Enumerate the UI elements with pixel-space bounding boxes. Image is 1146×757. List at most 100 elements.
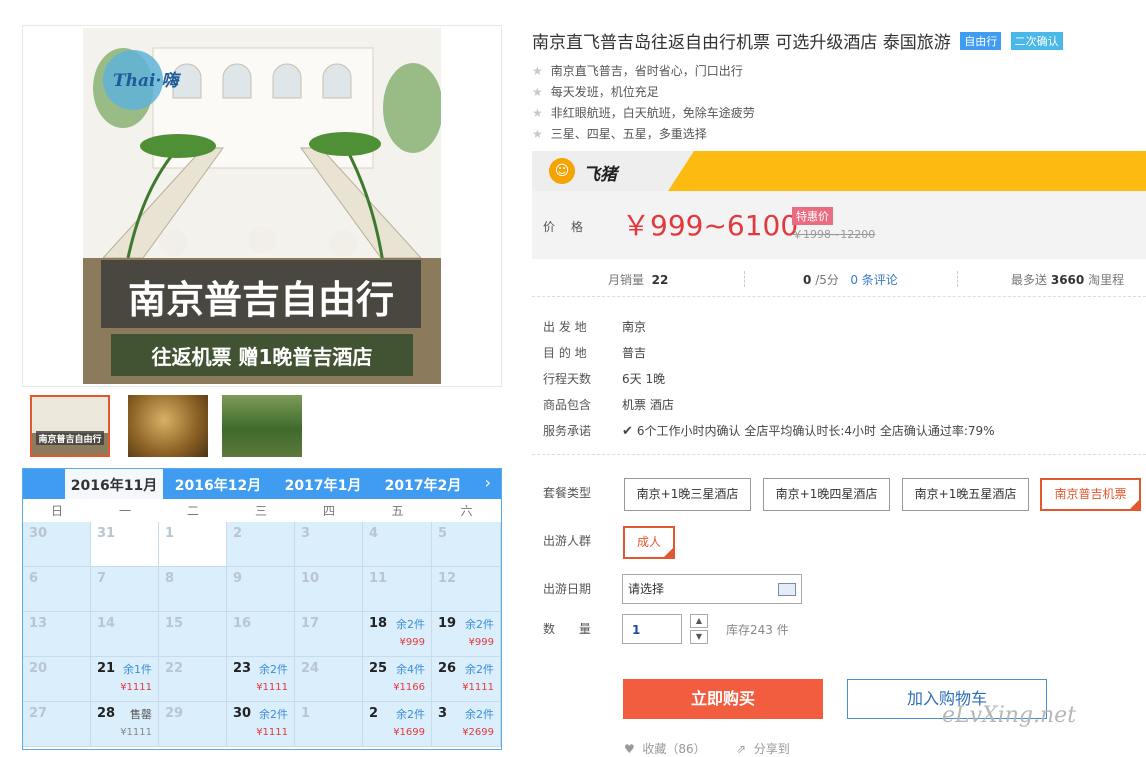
thumb1-title: 南京普吉自由行 (38, 433, 101, 445)
product-title-text: 南京直飞普吉岛往返自由行机票 可选升级酒店 泰国旅游 (532, 33, 951, 53)
tab-month-1[interactable]: 2016年11月 (65, 469, 163, 499)
stock-status: 余2件 (396, 618, 425, 631)
weekday-header: 日 (50, 504, 63, 518)
day-price: ¥1111 (120, 682, 152, 693)
quantity-input[interactable]: 1 (622, 614, 682, 644)
day-number: 9 (233, 571, 243, 586)
calendar-icon[interactable] (778, 583, 796, 596)
day-number: 4 (369, 526, 379, 541)
calendar-day-cell: 10 (295, 567, 363, 612)
tab-month-3[interactable]: 2017年1月 (273, 469, 373, 499)
tag-free-travel: 自由行 (960, 32, 1002, 50)
calendar-day-cell[interactable]: 26 余2件 ¥1111 (432, 657, 501, 702)
calendar-day-cell: 11 (363, 567, 432, 612)
calendar-day-cell: 3 (295, 522, 363, 567)
tab-month-4[interactable]: 2017年2月 (373, 469, 473, 499)
attr-key: 出 发 地 (543, 320, 587, 334)
calendar-day-cell[interactable]: 19 余2件 ¥999 (432, 612, 501, 657)
package-option-flight-only[interactable]: 南京普吉机票 (1040, 478, 1141, 511)
buy-now-button[interactable]: 立即购买 (623, 679, 823, 719)
feature-item: ★ 每天发班，机位充足 (532, 83, 659, 100)
attr-value: 普吉 (622, 346, 647, 360)
calendar-day-cell: 29 (159, 702, 227, 747)
fliggy-logo-icon: ☺ (549, 158, 575, 184)
day-number: 24 (301, 661, 320, 676)
main-product-image[interactable]: Thai·嗨 南京普吉自由行 往返机票 赠1晚普吉酒店 (83, 28, 441, 384)
weekday-header: 二 (186, 504, 199, 518)
feature-item: ★ 三星、四星、五星，多重选择 (532, 125, 707, 142)
day-price: ¥1111 (462, 682, 494, 693)
points-reward: 最多送 3660 淘里程 (1011, 273, 1125, 287)
package-option-4star[interactable]: 南京+1晚四星酒店 (763, 478, 890, 511)
rating-summary: 0 /5分 0 条评论 (803, 273, 898, 287)
platform-banner-accent (668, 151, 1146, 191)
quantity-label: 数 量 (543, 622, 601, 636)
favorite-link[interactable]: ♥ 收藏（86） (624, 740, 706, 757)
calendar-day-cell: 12 (432, 567, 501, 612)
feature-text: 三星、四星、五星，多重选择 (550, 127, 707, 141)
day-number: 2 (233, 526, 243, 541)
day-number: 21 (97, 661, 116, 676)
weekday-header: 五 (391, 504, 404, 518)
day-number: 29 (165, 706, 184, 721)
weekday-header: 四 (322, 504, 335, 518)
traveler-option-adult[interactable]: 成人 (623, 526, 675, 559)
calendar-day-cell[interactable]: 21 余1件 ¥1111 (91, 657, 159, 702)
stock-status: 余2件 (396, 708, 425, 721)
calendar-day-cell[interactable]: 28 售罄 ¥1111 (91, 702, 159, 747)
calendar-day-cell: 22 (159, 657, 227, 702)
stock-status: 余2件 (465, 618, 494, 631)
day-number: 3 (438, 706, 448, 721)
calendar-day-cell: 30 (23, 522, 91, 567)
package-option-5star[interactable]: 南京+1晚五星酒店 (902, 478, 1029, 511)
travel-date-input[interactable]: 请选择 (622, 574, 802, 604)
thumbnail-2[interactable] (128, 395, 208, 457)
divider (744, 271, 745, 287)
calendar-day-cell[interactable]: 30 余2件 ¥1111 (227, 702, 295, 747)
price-value: ￥999~6100 (622, 209, 799, 242)
day-number: 14 (97, 616, 116, 631)
day-number: 11 (369, 571, 388, 586)
stock-status: 余2件 (465, 663, 494, 676)
calendar-day-cell[interactable]: 3 余2件 ¥2699 (432, 702, 501, 747)
quantity-down-icon[interactable]: ▼ (690, 630, 708, 644)
package-option-3star[interactable]: 南京+1晚三星酒店 (624, 478, 751, 511)
date-label: 出游日期 (543, 582, 592, 596)
calendar-day-cell: 9 (227, 567, 295, 612)
calendar-day-cell: 14 (91, 612, 159, 657)
share-link[interactable]: ⇗ 分享到 (736, 740, 790, 757)
calendar-day-cell[interactable]: 25 余4件 ¥1166 (363, 657, 432, 702)
day-number: 1 (165, 526, 175, 541)
stock-status: 余2件 (259, 663, 288, 676)
calendar-day-cell: 27 (23, 702, 91, 747)
day-number: 30 (233, 706, 252, 721)
availability-calendar: 2016年11月 2016年12月 2017年1月 2017年2月 › 日 一 二 三… (22, 468, 502, 750)
stock-status: 余2件 (465, 708, 494, 721)
day-number: 20 (29, 661, 48, 676)
calendar-day-cell: 17 (295, 612, 363, 657)
day-number: 6 (29, 571, 39, 586)
calendar-month-tabs: 2016年11月 2016年12月 2017年1月 2017年2月 › (23, 469, 501, 499)
attr-key: 服务承诺 (543, 424, 592, 438)
feature-text: 南京直飞普吉，省时省心，门口出行 (550, 64, 743, 78)
calendar-day-cell[interactable]: 18 余2件 ¥999 (363, 612, 432, 657)
feature-text: 非红眼航班，白天航班，免除车途疲劳 (550, 106, 755, 120)
calendar-day-cell[interactable]: 23 余2件 ¥1111 (227, 657, 295, 702)
day-number: 5 (438, 526, 448, 541)
chevron-right-icon[interactable]: › (485, 473, 491, 492)
attr-value: 南京 (622, 320, 647, 334)
day-number: 16 (233, 616, 252, 631)
day-number: 12 (438, 571, 457, 586)
reviews-link[interactable]: 0 条评论 (850, 273, 897, 287)
calendar-day-cell[interactable]: 2 余2件 ¥1699 (363, 702, 432, 747)
thumbnail-3[interactable] (222, 395, 302, 457)
platform-name: 飞猪 (583, 165, 617, 185)
promo-badge: 特惠价 (792, 207, 833, 225)
thumbnail-1[interactable]: 南京普吉自由行 (30, 395, 110, 457)
tab-month-2[interactable]: 2016年12月 (168, 469, 268, 499)
monthly-sales: 月销量 22 (608, 273, 669, 287)
calendar-day-cell: 8 (159, 567, 227, 612)
thai-logo: Thai·嗨 (113, 71, 181, 91)
quantity-up-icon[interactable]: ▲ (690, 614, 708, 628)
day-price: ¥1111 (256, 727, 288, 738)
